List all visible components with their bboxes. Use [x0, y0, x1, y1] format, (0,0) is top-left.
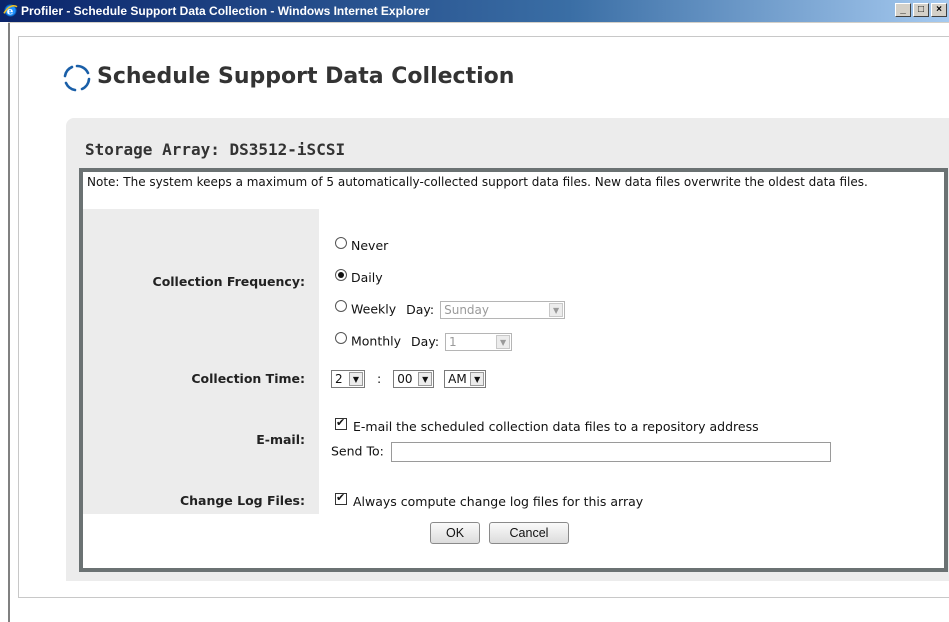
email-label: E-mail:: [256, 432, 305, 447]
ie-icon: e: [3, 4, 18, 17]
content-panel: Storage Array: DS3512-iSCSI Note: The sy…: [66, 118, 949, 581]
daily-label: Daily: [351, 270, 383, 285]
spinner-icon: [63, 64, 91, 92]
weekly-day-value: Sunday: [444, 303, 489, 317]
chevron-down-icon[interactable]: ▼: [496, 335, 511, 349]
window-border-top: [8, 22, 949, 23]
minute-value: 00: [397, 372, 413, 386]
frequency-never-option[interactable]: Never: [335, 237, 389, 253]
daily-radio[interactable]: [335, 269, 347, 281]
email-checkbox[interactable]: [335, 416, 347, 430]
monthly-day-label: Day:: [411, 333, 440, 349]
chevron-down-icon[interactable]: ▼: [349, 372, 363, 386]
window-controls: _ □ ×: [895, 3, 947, 17]
weekly-day-select[interactable]: Sunday ▼: [440, 301, 566, 319]
send-to-input[interactable]: [390, 442, 831, 462]
frequency-daily-option[interactable]: Daily: [335, 269, 383, 285]
schedule-dialog: Schedule Support Data Collection Storage…: [18, 36, 949, 598]
chevron-down-icon[interactable]: ▼: [549, 303, 564, 317]
change-log-checkbox[interactable]: [335, 491, 347, 505]
never-radio[interactable]: [335, 237, 347, 249]
weekly-label: Weekly: [351, 301, 397, 317]
schedule-form: Note: The system keeps a maximum of 5 au…: [79, 168, 948, 572]
minimize-button[interactable]: _: [895, 3, 911, 17]
ampm-select[interactable]: AM ▼: [444, 370, 487, 388]
monthly-label: Monthly: [351, 333, 402, 349]
monthly-radio[interactable]: [335, 332, 347, 344]
email-checkbox-label: E-mail the scheduled collection data fil…: [353, 419, 759, 434]
send-to-label: Send To:: [331, 443, 384, 459]
close-button[interactable]: ×: [931, 3, 947, 17]
send-to-row: Send To:: [331, 442, 831, 462]
collection-time-controls: 2 ▼ : 00 ▼ AM ▼: [331, 370, 487, 388]
change-log-option[interactable]: Always compute change log files for this…: [335, 491, 644, 509]
collection-time-label: Collection Time:: [191, 371, 305, 386]
never-label: Never: [351, 238, 389, 253]
frequency-weekly-option[interactable]: Weekly Day: Sunday ▼: [335, 300, 566, 319]
weekly-radio[interactable]: [335, 300, 347, 312]
time-separator: :: [376, 370, 382, 386]
monthly-day-select[interactable]: 1 ▼: [445, 333, 513, 351]
collection-frequency-label: Collection Frequency:: [152, 274, 305, 289]
chevron-down-icon[interactable]: ▼: [418, 372, 433, 386]
minute-select[interactable]: 00 ▼: [393, 370, 435, 388]
dialog-title: Schedule Support Data Collection: [97, 64, 515, 89]
window-border: [8, 22, 10, 622]
ok-button[interactable]: OK: [430, 522, 480, 544]
dialog-header: Schedule Support Data Collection: [19, 37, 949, 107]
hour-value: 2: [335, 372, 343, 386]
maximize-button[interactable]: □: [913, 3, 929, 17]
change-log-checkbox-label: Always compute change log files for this…: [353, 494, 644, 509]
label-column: Collection Frequency: Collection Time: E…: [83, 209, 319, 514]
hour-select[interactable]: 2 ▼: [331, 370, 365, 388]
chevron-down-icon[interactable]: ▼: [470, 372, 485, 386]
email-option[interactable]: E-mail the scheduled collection data fil…: [335, 416, 759, 434]
ampm-value: AM: [448, 372, 467, 386]
weekly-day-label: Day:: [406, 301, 435, 317]
cancel-button[interactable]: Cancel: [489, 522, 569, 544]
monthly-day-value: 1: [449, 335, 457, 349]
change-log-files-label: Change Log Files:: [179, 493, 305, 508]
window-titlebar: e Profiler - Schedule Support Data Colle…: [0, 0, 949, 22]
retention-note: Note: The system keeps a maximum of 5 au…: [87, 175, 868, 189]
storage-array-title: Storage Array: DS3512-iSCSI: [85, 140, 346, 159]
frequency-monthly-option[interactable]: Monthly Day: 1 ▼: [335, 332, 513, 351]
window-title: Profiler - Schedule Support Data Collect…: [21, 4, 430, 18]
